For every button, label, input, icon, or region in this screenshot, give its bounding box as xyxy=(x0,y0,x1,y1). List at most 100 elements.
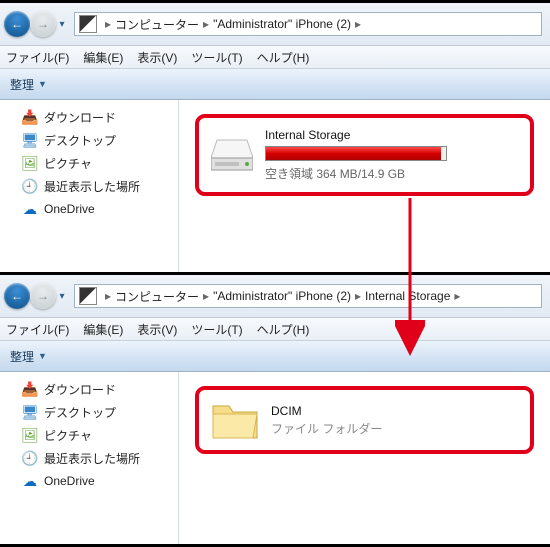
toolbar: 整理 ▼ xyxy=(0,69,550,100)
sidebar-item[interactable]: ☁ OneDrive xyxy=(4,198,174,220)
content-pane: DCIM ファイル フォルダー xyxy=(179,372,550,544)
forward-icon: → xyxy=(37,17,49,31)
back-icon: ← xyxy=(11,289,23,303)
breadcrumb-sep: ▸ xyxy=(203,17,209,32)
sidebar-item[interactable]: 🖼 ピクチャ xyxy=(4,152,174,175)
sidebar-item-label: デスクトップ xyxy=(44,132,116,149)
sidebar-item-label: OneDrive xyxy=(44,202,95,216)
breadcrumb-sep: ▸ xyxy=(105,17,111,32)
sidebar: 📥 ダウンロード 🖥 デスクトップ 🖼 ピクチャ 🕘 最近表示した場所 ☁ OneDrive xyxy=(0,100,179,272)
sidebar-item-label: OneDrive xyxy=(44,474,95,488)
device-icon xyxy=(79,287,97,305)
sidebar-item-icon: 🖼 xyxy=(22,156,38,172)
organize-label: 整理 xyxy=(10,76,34,93)
organize-button[interactable]: 整理 ▼ xyxy=(10,348,47,365)
body-area: 📥 ダウンロード 🖥 デスクトップ 🖼 ピクチャ 🕘 最近表示した場所 ☁ OneDrive In… xyxy=(0,100,550,272)
address-bar[interactable]: ▸ コンピューター ▸ "Administrator" iPhone (2) ▸ xyxy=(74,12,542,36)
chevron-down-icon: ▾ xyxy=(59,19,64,30)
nav-buttons: ← → ▾ xyxy=(4,283,68,309)
breadcrumb-sep: ▸ xyxy=(203,289,209,304)
menu-help[interactable]: ヘルプ(H) xyxy=(257,321,310,338)
drive-name: Internal Storage xyxy=(265,128,518,142)
organize-label: 整理 xyxy=(10,348,34,365)
breadcrumb-computer[interactable]: コンピューター xyxy=(115,288,199,305)
back-button[interactable]: ← xyxy=(4,283,30,309)
back-icon: ← xyxy=(11,17,23,31)
toolbar: 整理 ▼ xyxy=(0,341,550,372)
sidebar-item-label: デスクトップ xyxy=(44,404,116,421)
breadcrumb-device[interactable]: "Administrator" iPhone (2) xyxy=(213,289,351,303)
forward-button[interactable]: → xyxy=(30,283,56,309)
sidebar-item[interactable]: 📥 ダウンロード xyxy=(4,378,174,401)
folder-item-highlight: DCIM ファイル フォルダー xyxy=(195,386,534,454)
sidebar-item[interactable]: 🖼 ピクチャ xyxy=(4,424,174,447)
back-button[interactable]: ← xyxy=(4,11,30,37)
body-area: 📥 ダウンロード 🖥 デスクトップ 🖼 ピクチャ 🕘 最近表示した場所 ☁ OneDrive DC… xyxy=(0,372,550,544)
breadcrumb-sep: ▸ xyxy=(454,289,460,304)
breadcrumb-device[interactable]: "Administrator" iPhone (2) xyxy=(213,17,351,31)
sidebar-item-icon: 🕘 xyxy=(22,451,38,467)
breadcrumb-computer[interactable]: コンピューター xyxy=(115,16,199,33)
content-pane: Internal Storage 空き領域 364 MB/14.9 GB xyxy=(179,100,550,272)
sidebar-item[interactable]: 🕘 最近表示した場所 xyxy=(4,175,174,198)
capacity-fill xyxy=(266,147,441,160)
sidebar-item[interactable]: 📥 ダウンロード xyxy=(4,106,174,129)
sidebar-item[interactable]: ☁ OneDrive xyxy=(4,470,174,492)
history-dropdown[interactable]: ▾ xyxy=(56,11,68,37)
menu-tools[interactable]: ツール(T) xyxy=(191,49,242,66)
menu-edit[interactable]: 編集(E) xyxy=(83,49,123,66)
menu-tools[interactable]: ツール(T) xyxy=(191,321,242,338)
sidebar-item[interactable]: 🖥 デスクトップ xyxy=(4,401,174,424)
sidebar-item-label: 最近表示した場所 xyxy=(44,450,140,467)
capacity-text: 空き領域 364 MB/14.9 GB xyxy=(265,165,518,182)
forward-icon: → xyxy=(37,289,49,303)
sidebar-item-label: ピクチャ xyxy=(44,155,92,172)
sidebar-item-icon: 🖼 xyxy=(22,428,38,444)
sidebar-item[interactable]: 🖥 デスクトップ xyxy=(4,129,174,152)
menu-file[interactable]: ファイル(F) xyxy=(6,49,69,66)
chevron-down-icon: ▾ xyxy=(59,291,64,302)
device-icon xyxy=(79,15,97,33)
explorer-window-1: ← → ▾ ▸ コンピューター ▸ "Administrator" iPhone… xyxy=(0,3,550,272)
sidebar-item-icon: ☁ xyxy=(22,473,38,489)
breadcrumb-storage[interactable]: Internal Storage xyxy=(365,289,450,303)
history-dropdown[interactable]: ▾ xyxy=(56,283,68,309)
sidebar-item-icon: 📥 xyxy=(22,382,38,398)
capacity-bar xyxy=(265,146,447,161)
titlebar: ← → ▾ ▸ コンピューター ▸ "Administrator" iPhone… xyxy=(0,3,550,46)
sidebar-item[interactable]: 🕘 最近表示した場所 xyxy=(4,447,174,470)
sidebar-item-label: ダウンロード xyxy=(44,381,116,398)
folder-icon xyxy=(211,400,259,440)
breadcrumb-sep: ▸ xyxy=(105,289,111,304)
folder-name: DCIM xyxy=(271,404,518,418)
sidebar: 📥 ダウンロード 🖥 デスクトップ 🖼 ピクチャ 🕘 最近表示した場所 ☁ OneDrive xyxy=(0,372,179,544)
sidebar-item-icon: ☁ xyxy=(22,201,38,217)
sidebar-item-icon: 🖥 xyxy=(22,405,38,421)
dropdown-icon: ▼ xyxy=(38,79,47,89)
dropdown-icon: ▼ xyxy=(38,351,47,361)
breadcrumb-sep: ▸ xyxy=(355,17,361,32)
menu-edit[interactable]: 編集(E) xyxy=(83,321,123,338)
menubar: ファイル(F) 編集(E) 表示(V) ツール(T) ヘルプ(H) xyxy=(0,46,550,69)
sidebar-item-icon: 🖥 xyxy=(22,133,38,149)
sidebar-item-label: ダウンロード xyxy=(44,109,116,126)
forward-button[interactable]: → xyxy=(30,11,56,37)
menu-view[interactable]: 表示(V) xyxy=(137,49,177,66)
titlebar: ← → ▾ ▸ コンピューター ▸ "Administrator" iPhone… xyxy=(0,275,550,318)
address-bar[interactable]: ▸ コンピューター ▸ "Administrator" iPhone (2) ▸… xyxy=(74,284,542,308)
folder-type: ファイル フォルダー xyxy=(271,420,518,437)
drive-icon xyxy=(211,138,253,172)
sidebar-item-label: 最近表示した場所 xyxy=(44,178,140,195)
folder-info[interactable]: DCIM ファイル フォルダー xyxy=(271,404,518,437)
menubar: ファイル(F) 編集(E) 表示(V) ツール(T) ヘルプ(H) xyxy=(0,318,550,341)
drive-info[interactable]: Internal Storage 空き領域 364 MB/14.9 GB xyxy=(265,128,518,182)
menu-help[interactable]: ヘルプ(H) xyxy=(257,49,310,66)
explorer-window-2: ← → ▾ ▸ コンピューター ▸ "Administrator" iPhone… xyxy=(0,275,550,544)
menu-view[interactable]: 表示(V) xyxy=(137,321,177,338)
sidebar-item-label: ピクチャ xyxy=(44,427,92,444)
menu-file[interactable]: ファイル(F) xyxy=(6,321,69,338)
sidebar-item-icon: 📥 xyxy=(22,110,38,126)
sidebar-item-icon: 🕘 xyxy=(22,179,38,195)
storage-item-highlight: Internal Storage 空き領域 364 MB/14.9 GB xyxy=(195,114,534,196)
organize-button[interactable]: 整理 ▼ xyxy=(10,76,47,93)
